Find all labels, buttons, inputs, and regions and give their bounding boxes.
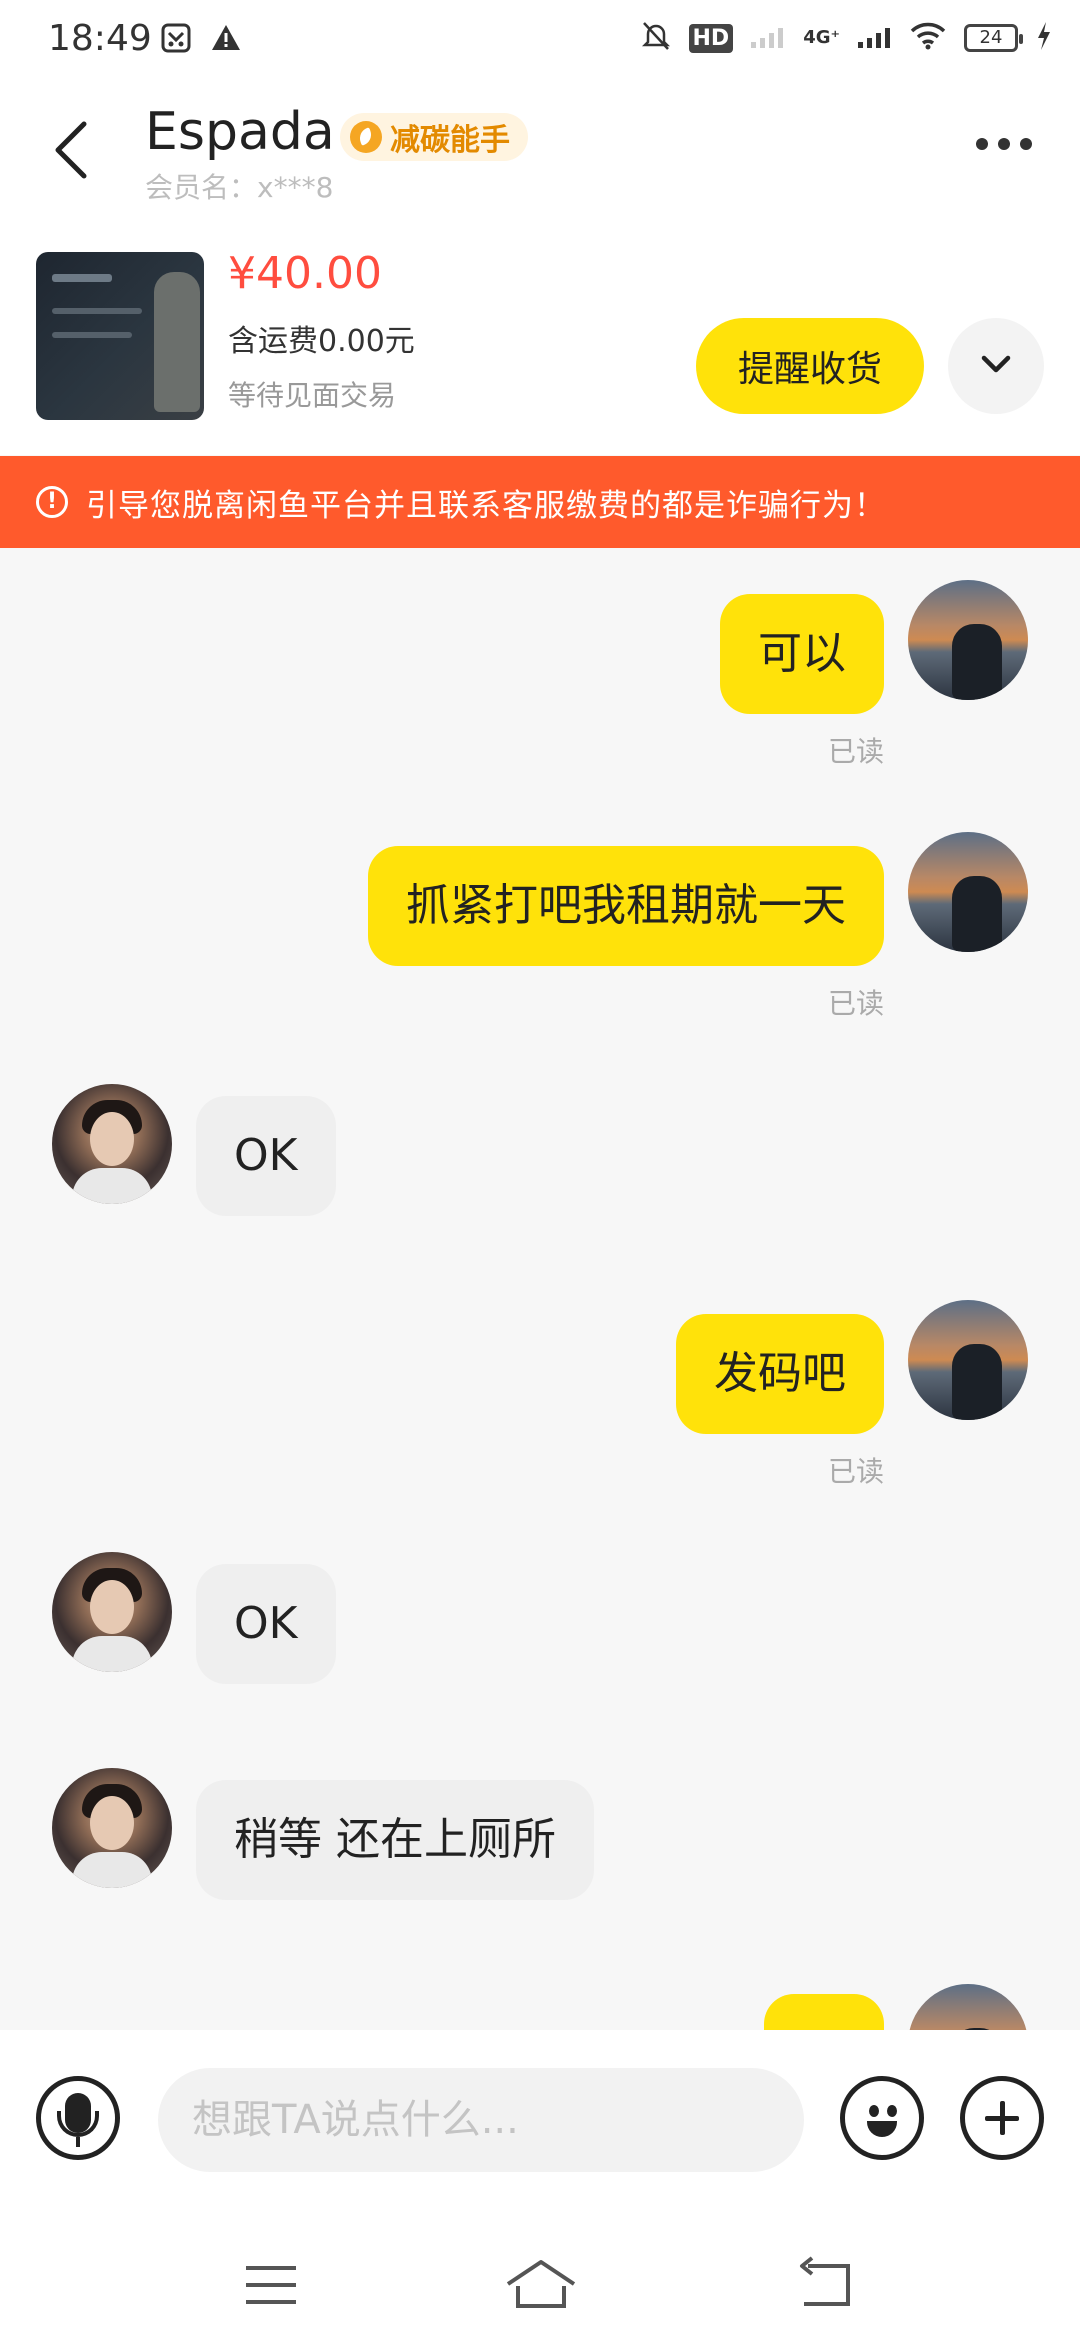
member-name: 会员名：x***8: [145, 171, 334, 204]
charging-bolt-icon: [1036, 21, 1052, 55]
message-input[interactable]: [158, 2068, 804, 2172]
message-bubble-received[interactable]: 稍等 还在上厕所: [196, 1780, 594, 1900]
read-receipt: 已读: [827, 735, 884, 768]
contact-avatar[interactable]: [52, 1768, 172, 1888]
message-bubble-sent[interactable]: 可以: [720, 594, 884, 714]
mute-bell-icon: [641, 20, 671, 56]
chevron-down-icon: [981, 355, 1011, 373]
trade-status: 等待见面交易: [228, 379, 397, 412]
message-bubble-received[interactable]: OK: [196, 1096, 336, 1216]
message-bubble-sent[interactable]: [764, 1994, 884, 2030]
my-avatar[interactable]: [908, 1300, 1028, 1420]
message-list[interactable]: 可以 已读 抓紧打吧我租期就一天 已读 OK 发码吧 已读 OK 稍等 还在上厕…: [0, 548, 1080, 2030]
hd-voice-icon: HD: [688, 23, 734, 53]
fraud-warning-text: 引导您脱离闲鱼平台并且联系客服缴费的都是诈骗行为！: [86, 487, 886, 524]
status-bar: 18:49 HD 4G⁺ 24: [0, 0, 1080, 80]
emoji-icon[interactable]: [840, 2076, 924, 2160]
app-notification-icon: [160, 22, 192, 58]
exclamation-icon: !: [36, 486, 68, 518]
system-nav-bar: [0, 2230, 1080, 2340]
input-bar: [0, 2030, 1080, 2230]
my-avatar[interactable]: [908, 832, 1028, 952]
more-options-icon[interactable]: [976, 138, 1032, 150]
contact-name[interactable]: Espada: [145, 102, 335, 162]
voice-input-icon[interactable]: [36, 2076, 120, 2160]
carbon-badge[interactable]: 减碳能手: [340, 113, 528, 161]
add-attachment-icon[interactable]: [960, 2076, 1044, 2160]
signal-strong-icon: [858, 24, 892, 52]
message-bubble-sent[interactable]: 发码吧: [676, 1314, 884, 1434]
home-icon[interactable]: [496, 2250, 586, 2320]
back-nav-icon[interactable]: [780, 2250, 870, 2320]
network-type-label: 4G⁺: [803, 27, 840, 48]
wifi-icon: [910, 22, 946, 54]
remind-receipt-button[interactable]: 提醒收货: [696, 318, 924, 414]
contact-avatar[interactable]: [52, 1552, 172, 1672]
contact-avatar[interactable]: [52, 1084, 172, 1204]
leaf-icon: [350, 121, 382, 153]
shipping-info: 含运费0.00元: [228, 324, 415, 359]
menu-icon[interactable]: [226, 2250, 316, 2320]
product-card[interactable]: ¥40.00 含运费0.00元 等待见面交易 提醒收货: [0, 240, 1080, 455]
status-time: 18:49: [48, 18, 152, 59]
chat-header: Espada 减碳能手 会员名：x***8: [0, 80, 1080, 240]
signal-weak-icon: [751, 24, 785, 52]
expand-button[interactable]: [948, 318, 1044, 414]
product-thumbnail[interactable]: [36, 252, 204, 420]
my-avatar[interactable]: [908, 580, 1028, 700]
message-bubble-received[interactable]: OK: [196, 1564, 336, 1684]
product-price: ¥40.00: [228, 248, 382, 299]
chat-screen: 18:49 HD 4G⁺ 24 Espada 减碳能手 会员名：x***8 ¥4…: [0, 0, 1080, 2340]
warning-triangle-icon: [210, 22, 242, 58]
read-receipt: 已读: [827, 1455, 884, 1488]
message-bubble-sent[interactable]: 抓紧打吧我租期就一天: [368, 846, 884, 966]
carbon-badge-label: 减碳能手: [390, 123, 510, 158]
my-avatar[interactable]: [908, 1984, 1028, 2030]
fraud-warning-banner: ! 引导您脱离闲鱼平台并且联系客服缴费的都是诈骗行为！: [0, 456, 1080, 548]
read-receipt: 已读: [827, 987, 884, 1020]
back-arrow-icon[interactable]: [52, 120, 92, 180]
battery-icon: 24: [964, 24, 1023, 52]
